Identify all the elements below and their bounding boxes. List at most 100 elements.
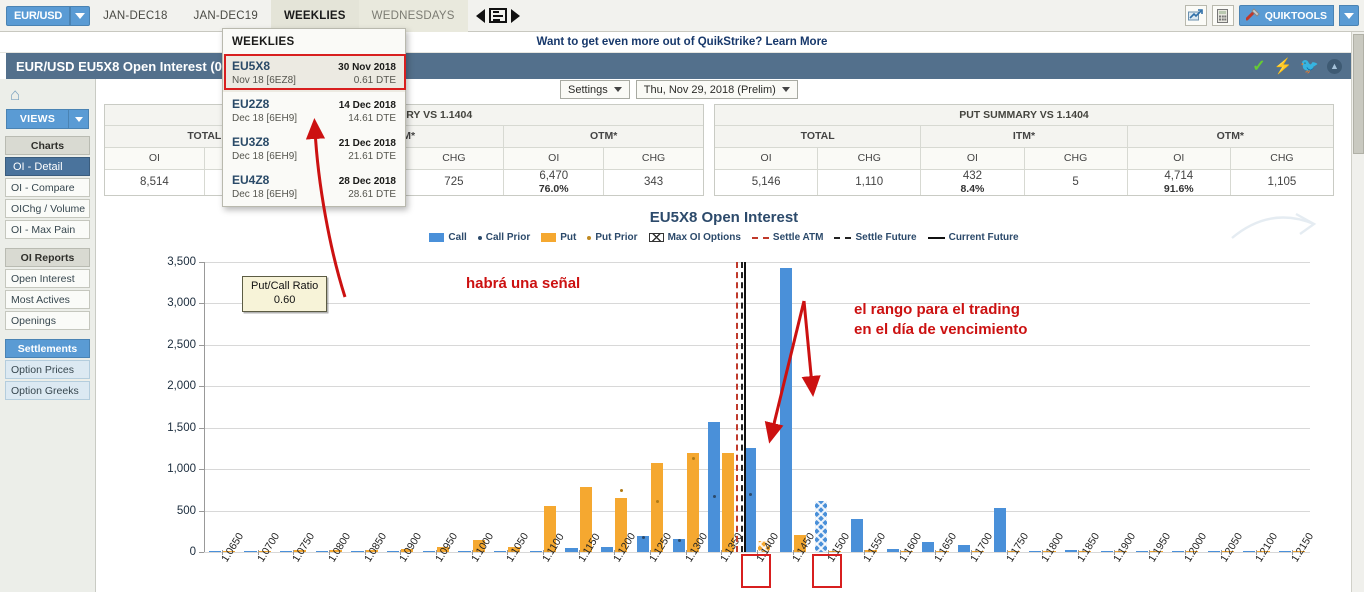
- call-otm-chg: 343: [643, 175, 664, 188]
- dropdown-item-code: EU3Z8: [232, 135, 270, 149]
- sidebar-item-oi-detail[interactable]: OI - Detail: [5, 157, 90, 176]
- x-axis-label: 1.1700: [968, 530, 996, 565]
- views-label[interactable]: VIEWS: [6, 109, 69, 129]
- bar-call: [1243, 551, 1256, 552]
- x-axis-label: 1.2100: [1253, 530, 1281, 565]
- prev-arrow-icon[interactable]: [475, 8, 485, 23]
- next-arrow-icon[interactable]: [510, 8, 520, 23]
- marker-call-prior: [677, 538, 681, 542]
- gridline: [204, 386, 1310, 388]
- dropdown-item-dte: 21.61 DTE: [348, 151, 396, 162]
- x-axis-label: 1.1600: [896, 530, 924, 565]
- tab-jan-dec19[interactable]: JAN-DEC19: [181, 0, 271, 32]
- settings-label: Settings: [568, 83, 608, 96]
- annotation-note-2-line1: el rango para el trading: [854, 301, 1020, 318]
- call-total-oi: 8,514: [105, 169, 205, 195]
- marker-put-prior: [656, 499, 660, 503]
- bar-call: [779, 267, 792, 552]
- y-axis-label: 3,000: [167, 297, 196, 310]
- quiktools-button[interactable]: QUIKTOOLS: [1238, 5, 1334, 26]
- x-axis-label: 1.1950: [1146, 530, 1174, 565]
- strike-highlight-box: [812, 554, 843, 588]
- top-tab-bar: EUR/USD JAN-DEC18 JAN-DEC19 WEEKLIES WED…: [0, 0, 1364, 32]
- calculator-icon[interactable]: [1211, 5, 1234, 26]
- x-axis-label: 1.0800: [325, 530, 354, 565]
- x-axis-label: 1.1650: [932, 530, 960, 565]
- sidebar-item-most-actives[interactable]: Most Actives: [5, 290, 90, 309]
- put-group-otm: OTM*: [1127, 125, 1333, 147]
- collapse-icon[interactable]: ▲: [1327, 58, 1342, 74]
- put-otm-oi-value: 4,714: [1164, 169, 1194, 182]
- dropdown-item-date: 14 Dec 2018: [338, 100, 396, 111]
- list-view-icon[interactable]: [488, 8, 507, 23]
- y-axis-label: 3,500: [167, 256, 196, 268]
- y-tick: [199, 552, 204, 553]
- bar-call: [494, 551, 507, 552]
- annotation-note-1: habrá una señal: [466, 275, 581, 292]
- annotation-note-2: el rango para el trading en el día de ve…: [854, 300, 1027, 341]
- tab-weeklies[interactable]: WEEKLIES: [270, 0, 359, 32]
- promo-text[interactable]: Want to get even more out of QuikStrike?…: [537, 36, 828, 48]
- dropdown-item-eu4z8[interactable]: EU4Z8 28 Dec 2018 Dec 18 [6EH9] 28.61 DTE: [223, 168, 405, 206]
- tab-wednesdays[interactable]: WEDNESDAYS: [358, 0, 468, 32]
- sidebar-item-openings[interactable]: Openings: [5, 311, 90, 330]
- y-axis-label: 1,000: [167, 463, 196, 476]
- bar-call: [280, 551, 293, 552]
- bar-call: [458, 551, 471, 552]
- sidebar-item-open-interest[interactable]: Open Interest: [5, 269, 90, 288]
- check-icon[interactable]: ✓: [1252, 56, 1265, 76]
- bar-call: [1100, 550, 1113, 552]
- gridline: [204, 303, 1310, 305]
- x-axis-label: 1.2000: [1182, 530, 1210, 565]
- y-axis-label: 2,500: [167, 338, 196, 351]
- x-axis-label: 1.0900: [397, 530, 425, 565]
- put-total-oi: 5,146: [715, 169, 819, 195]
- dropdown-item-dte: 14.61 DTE: [348, 113, 396, 124]
- scrollbar-thumb[interactable]: [1353, 34, 1364, 154]
- tab-jan-dec18[interactable]: JAN-DEC18: [90, 0, 180, 32]
- chart-up-icon[interactable]: [1184, 5, 1207, 26]
- quiktools-label: QUIKTOOLS: [1264, 9, 1327, 22]
- bar-call: [387, 551, 400, 552]
- bolt-icon[interactable]: ⚡: [1274, 57, 1293, 75]
- dropdown-item-eu2z8[interactable]: EU2Z8 14 Dec 2018 Dec 18 [6EH9] 14.61 DTE: [223, 92, 405, 130]
- views-chevron-down-icon[interactable]: [69, 109, 89, 129]
- date-dropdown[interactable]: Thu, Nov 29, 2018 (Prelim): [635, 80, 798, 99]
- call-otm-oi-pct: 76.0%: [538, 182, 569, 195]
- weeklies-dropdown[interactable]: WEEKLIES EU5X8 30 Nov 2018 Nov 18 [6EZ8] 0…: [222, 28, 406, 207]
- marker-call-prior: [748, 493, 752, 496]
- dropdown-item-sub: Dec 18 [6EH9]: [232, 189, 298, 200]
- symbol-selector[interactable]: EUR/USD: [6, 5, 91, 26]
- sidebar-item-option-prices[interactable]: Option Prices: [5, 360, 90, 379]
- put-itm-oi-value: 432: [962, 169, 983, 182]
- dropdown-item-eu3z8[interactable]: EU3Z8 21 Dec 2018 Dec 18 [6EH9] 21.61 DTE: [223, 130, 405, 168]
- gridline: [204, 510, 1310, 512]
- quiktools-chevron-down-icon[interactable]: [1339, 5, 1359, 26]
- tab-nav-group[interactable]: [468, 8, 528, 23]
- put-th-itm-oi: OI: [921, 147, 1025, 169]
- settle-future-line: [741, 262, 744, 552]
- call-otm-oi-value: 6,470: [539, 169, 569, 182]
- y-axis-label: 2,000: [167, 380, 196, 393]
- promo-banner[interactable]: Want to get even more out of QuikStrike?…: [0, 32, 1364, 53]
- sidebar-item-oi-max-pain[interactable]: OI - Max Pain: [5, 220, 90, 239]
- chevron-down-icon[interactable]: [70, 5, 91, 26]
- symbol-label[interactable]: EUR/USD: [6, 5, 71, 26]
- bar-call: [1064, 549, 1078, 552]
- annotation-note-2-line2: en el día de vencimiento: [854, 321, 1028, 339]
- sidebar-item-option-greeks[interactable]: Option Greeks: [5, 381, 90, 400]
- sidebar-item-oichg-volume[interactable]: OIChg / Volume: [5, 199, 90, 218]
- call-th-otm-chg: CHG: [604, 147, 703, 169]
- home-icon[interactable]: ⌂: [4, 83, 91, 109]
- current-future-line: [744, 262, 747, 552]
- twitter-icon[interactable]: 🐦: [1300, 57, 1319, 75]
- page-scrollbar[interactable]: [1351, 32, 1364, 592]
- sidebar-item-oi-compare[interactable]: OI - Compare: [5, 178, 90, 197]
- x-axis-label: 1.1850: [1075, 530, 1103, 565]
- y-axis-label: 500: [176, 504, 196, 517]
- dropdown-item-eu5x8[interactable]: EU5X8 30 Nov 2018 Nov 18 [6EZ8] 0.61 DTE: [223, 54, 405, 92]
- views-button[interactable]: VIEWS: [6, 109, 89, 129]
- bar-call: [529, 551, 542, 552]
- chart-plot: 0 500 1,000 1,500 2,000 2,500 3,000 3,500 1.0650…: [104, 200, 1344, 592]
- settings-dropdown[interactable]: Settings: [560, 80, 630, 99]
